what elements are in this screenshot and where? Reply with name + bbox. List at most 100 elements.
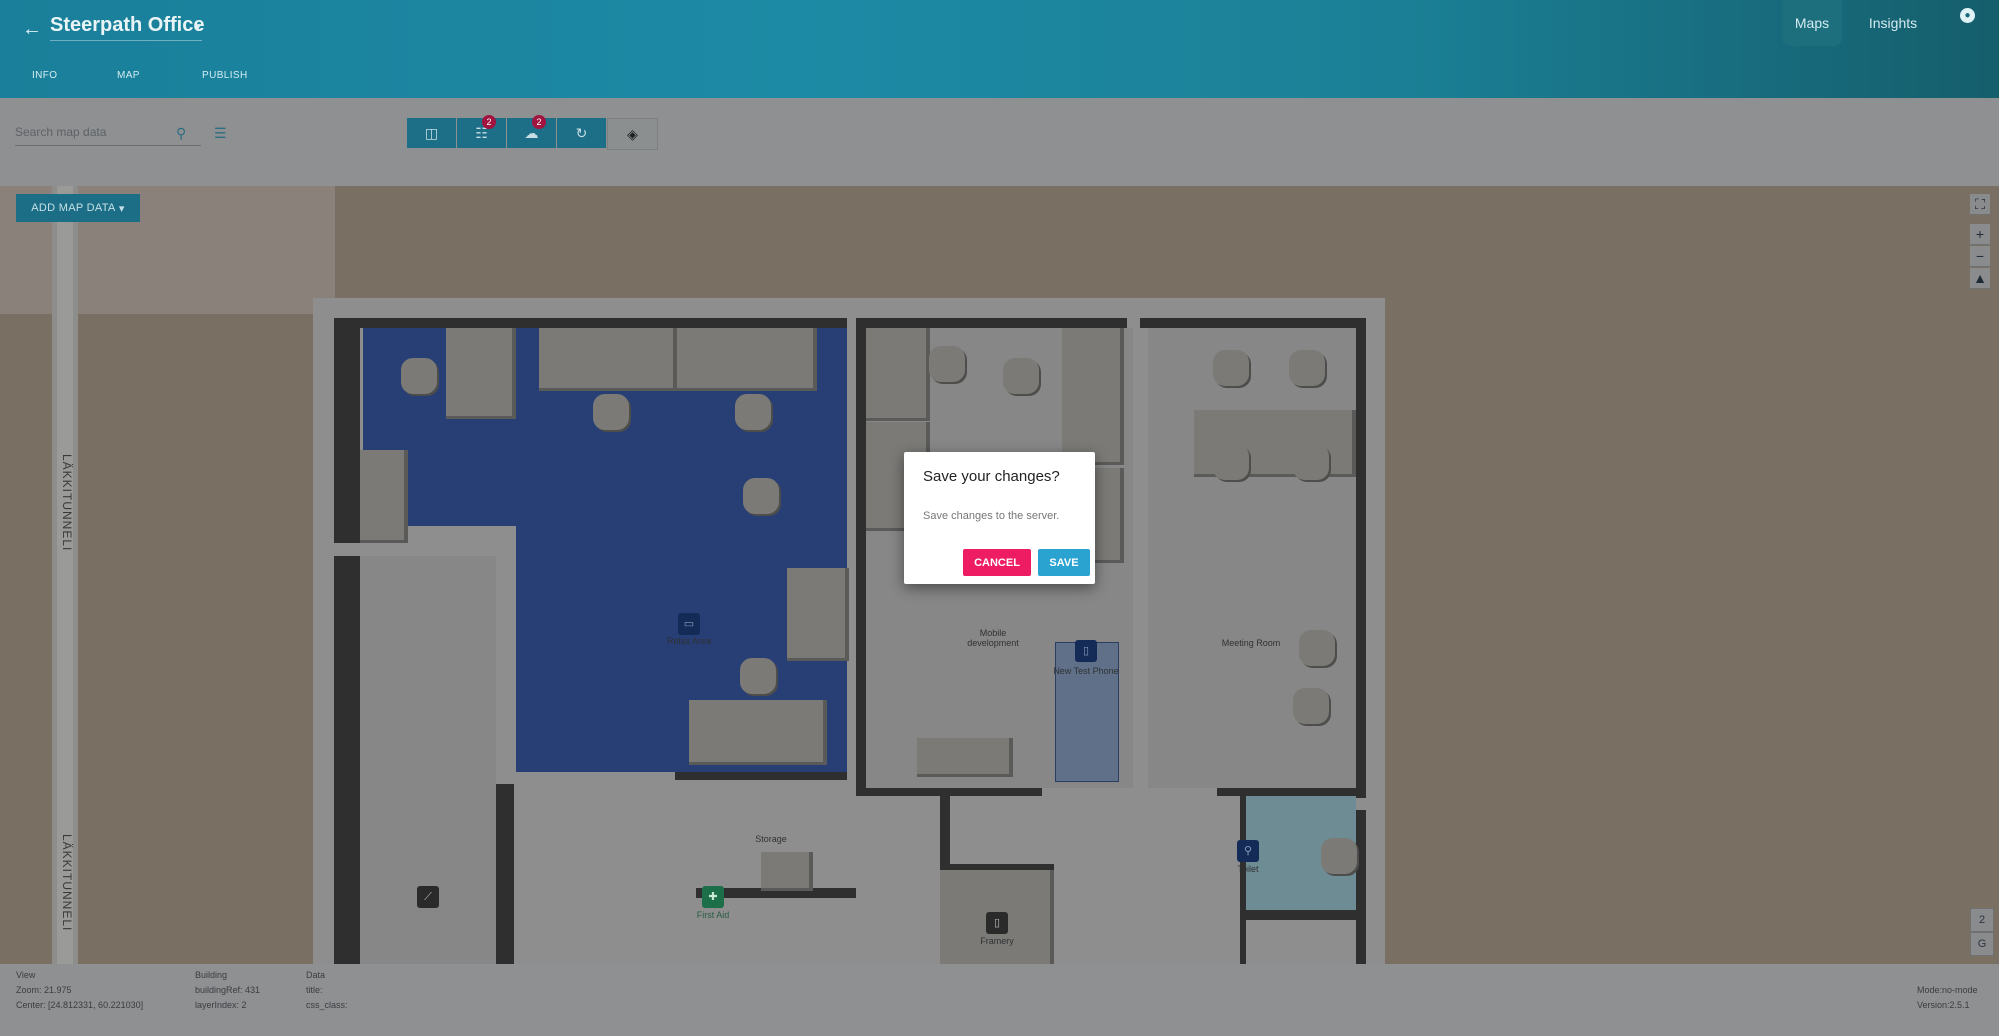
filter-icon[interactable]: ☰: [214, 125, 227, 142]
search-input[interactable]: Search map data: [15, 125, 201, 146]
chevron-down-icon[interactable]: ▼: [193, 22, 203, 33]
list-badge: 2: [482, 115, 496, 129]
project-title[interactable]: Steerpath Office: [50, 14, 204, 37]
chair: [929, 346, 965, 382]
building-floorplan: ▭ Relax Area Mobile development ▯ New Te…: [313, 298, 1385, 964]
chair: [735, 394, 771, 430]
desk: [446, 328, 516, 419]
stairs-icon[interactable]: ⟋: [417, 886, 439, 908]
framery-phone-icon[interactable]: ▯: [986, 912, 1008, 934]
wall: [334, 318, 360, 543]
chair: [1299, 630, 1335, 666]
back-arrow-icon[interactable]: ←: [22, 18, 42, 41]
chair: [1289, 350, 1325, 386]
upload-badge: 2: [532, 115, 546, 129]
desk: [866, 328, 930, 421]
desk: [677, 328, 817, 391]
status-mode: Mode:no-mode: [1917, 985, 1978, 995]
room-label-mobile: Mobile development: [967, 628, 1019, 648]
room-label-storage: Storage: [755, 834, 787, 844]
room-new-test-phone[interactable]: [1055, 642, 1119, 782]
status-building-label: Building: [195, 970, 228, 980]
floor-button-2[interactable]: 2: [1970, 908, 1994, 932]
status-building-ref: buildingRef: 431: [195, 985, 261, 995]
chair: [593, 394, 629, 430]
status-layer-index: layerIndex: 2: [195, 1000, 247, 1010]
zoom-out-button[interactable]: −: [1970, 246, 1990, 267]
wall: [675, 772, 847, 780]
wall: [1140, 318, 1365, 328]
road-label-upper: LÄKKITUNNELI: [60, 454, 74, 552]
wall: [856, 318, 866, 788]
poi-label-toilet: Toilet: [1237, 864, 1259, 874]
desk: [539, 328, 677, 391]
wall: [334, 556, 360, 964]
fullscreen-icon[interactable]: ⛶: [1970, 194, 1990, 215]
first-aid-icon[interactable]: ✚: [702, 886, 724, 908]
chair: [740, 658, 776, 694]
storage-box: [761, 852, 813, 891]
caret-down-icon: ▾: [118, 202, 125, 215]
status-bar: View Zoom: 21.975 Center: [24.812331, 60…: [0, 964, 1999, 1036]
bed-icon[interactable]: ▭: [678, 613, 700, 635]
wall: [940, 786, 950, 866]
account-icon[interactable]: ●: [1960, 8, 1975, 23]
cancel-button[interactable]: CANCEL: [963, 549, 1031, 576]
save-button[interactable]: SAVE: [1038, 549, 1090, 576]
wall: [1217, 788, 1361, 796]
dialog-message: Save changes to the server.: [923, 510, 1060, 522]
poi-label-firstaid: First Aid: [696, 910, 730, 920]
poi-label-newtest: New Test Phone: [1053, 666, 1119, 676]
poi-label-relax: Relax Area: [666, 636, 712, 646]
chair: [1293, 688, 1329, 724]
add-map-data-button[interactable]: ADD MAP DATA ▾: [16, 194, 140, 222]
app-header: ← Steerpath Office ▼ INFO MAP PUBLISH Ma…: [0, 0, 1999, 98]
upload-button[interactable]: ☁ 2: [507, 115, 556, 148]
chair: [743, 478, 779, 514]
poi-label-framery: Framery: [980, 936, 1014, 946]
title-underline: [50, 40, 202, 41]
status-data-css: css_class:: [306, 1000, 348, 1010]
refresh-icon: ↻: [575, 124, 588, 141]
compass-icon[interactable]: ▲: [1970, 268, 1990, 289]
save-changes-dialog: Save your changes? Save changes to the s…: [904, 452, 1095, 584]
list-button[interactable]: ☷ 2: [457, 115, 506, 148]
status-data-title: title:: [306, 985, 323, 995]
nav-maps[interactable]: Maps: [1782, 0, 1842, 46]
toolbar-row: [0, 98, 1999, 186]
wall: [496, 784, 514, 964]
phone-icon[interactable]: ▯: [1075, 640, 1097, 662]
desk: [917, 738, 1013, 777]
wall: [334, 318, 847, 328]
zoom-in-button[interactable]: +: [1970, 224, 1990, 245]
shelf: [360, 450, 408, 543]
add-map-data-label: ADD MAP DATA: [31, 202, 116, 214]
chair: [1293, 444, 1329, 480]
split-view-button[interactable]: ◫: [407, 118, 456, 148]
layers-icon: ◈: [627, 125, 638, 142]
status-version: Version:2.5.1: [1917, 1000, 1970, 1010]
tab-info[interactable]: INFO: [32, 70, 58, 81]
wall: [1356, 318, 1366, 798]
refresh-button[interactable]: ↻: [557, 118, 606, 148]
chair: [401, 358, 437, 394]
status-view-label: View: [16, 970, 36, 980]
wall: [1356, 810, 1366, 964]
sofa: [689, 700, 827, 765]
chair: [1213, 444, 1249, 480]
chair: [1003, 358, 1039, 394]
desk: [1062, 328, 1124, 465]
chair: [1321, 838, 1357, 874]
tab-publish[interactable]: PUBLISH: [202, 70, 248, 81]
split-view-icon: ◫: [424, 124, 439, 141]
desk: [787, 568, 849, 661]
search-icon[interactable]: ⚲: [176, 125, 186, 142]
wall: [1246, 910, 1360, 920]
floor-button-g[interactable]: G: [1970, 932, 1994, 956]
dialog-title: Save your changes?: [923, 468, 1060, 485]
tab-map[interactable]: MAP: [117, 70, 140, 81]
wall: [856, 318, 1127, 328]
toilet-icon[interactable]: ⚲: [1237, 840, 1259, 862]
nav-insights[interactable]: Insights: [1858, 0, 1928, 46]
layers-button[interactable]: ◈: [607, 118, 658, 150]
